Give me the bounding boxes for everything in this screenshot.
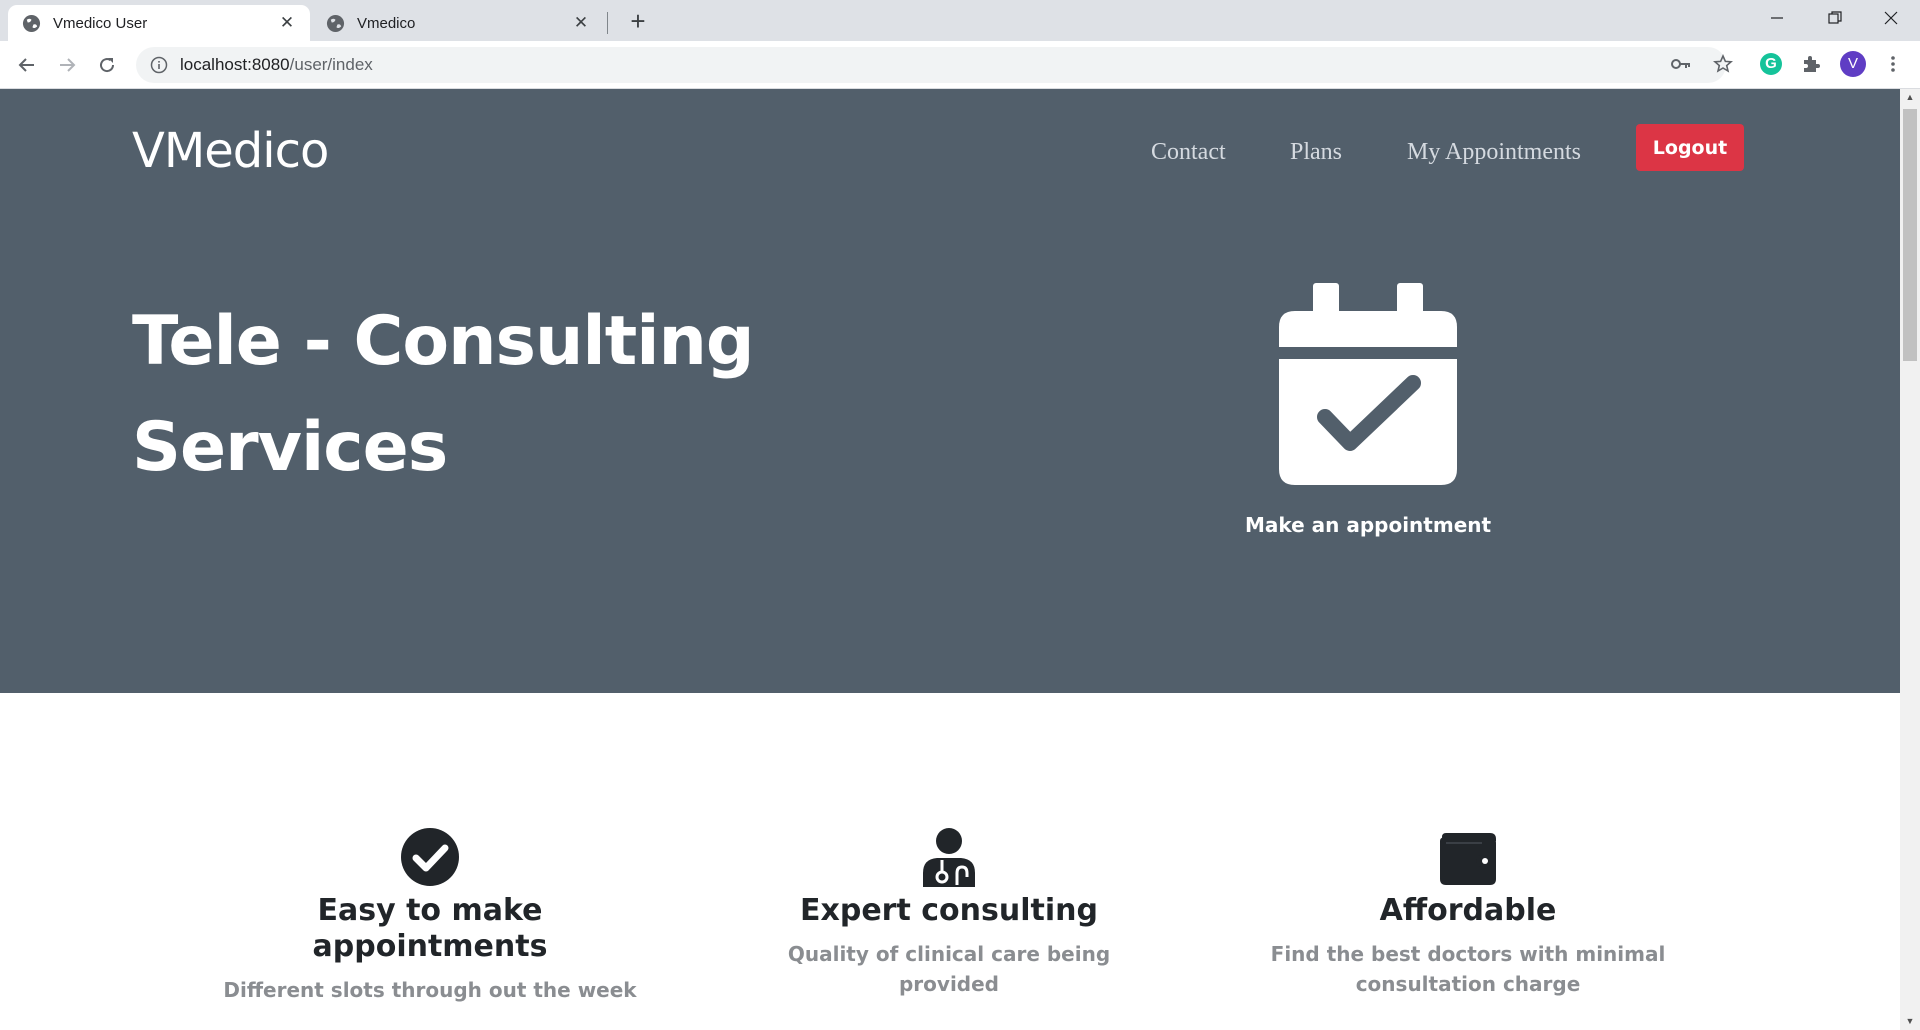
new-tab-button[interactable]: +: [624, 8, 652, 36]
feature-title: Expert consulting: [800, 893, 1098, 928]
browser-toolbar: localhost:8080/user/index G V: [0, 41, 1920, 89]
scroll-down-icon[interactable]: ▼: [1900, 1013, 1920, 1030]
arrow-right-icon: [60, 58, 76, 72]
forward-button[interactable]: [52, 50, 82, 80]
tab-vmedico[interactable]: Vmedico ✕: [312, 5, 604, 41]
logout-button[interactable]: Logout: [1636, 124, 1744, 171]
key-icon[interactable]: [1667, 50, 1695, 78]
feature-title: Affordable: [1379, 893, 1557, 928]
check-circle-icon: [401, 828, 459, 886]
grammarly-letter: G: [1760, 53, 1782, 75]
calendar-check-icon[interactable]: [1279, 283, 1457, 485]
scrollbar-thumb[interactable]: [1903, 109, 1917, 361]
feature-title: Easy to make appointments: [312, 893, 548, 964]
make-appointment-link[interactable]: Make an appointment: [1168, 513, 1568, 537]
feature-easy-appointments: Easy to make appointments Different slot…: [220, 827, 640, 1005]
close-window-button[interactable]: [1862, 0, 1920, 36]
address-bar[interactable]: localhost:8080/user/index: [136, 47, 1726, 83]
hero-title-line-1: Tele - Consulting: [132, 302, 755, 381]
reload-button[interactable]: [92, 50, 122, 80]
profile-avatar[interactable]: V: [1839, 50, 1867, 78]
page-viewport: VMedico Contact Plans My Appointments Lo…: [0, 89, 1900, 1030]
close-icon[interactable]: ✕: [278, 14, 296, 32]
tab-vmedico-user[interactable]: Vmedico User ✕: [8, 5, 310, 41]
browser-tab-strip: Vmedico User ✕ Vmedico ✕ +: [0, 0, 1920, 41]
back-button[interactable]: [12, 50, 42, 80]
browser-menu-icon[interactable]: [1879, 50, 1907, 78]
arrow-left-icon: [18, 58, 34, 72]
feature-text: Quality of clinical care being provided: [787, 942, 1111, 996]
minimize-button[interactable]: [1748, 0, 1806, 36]
scroll-up-icon[interactable]: ▲: [1900, 89, 1920, 106]
feature-affordable: Affordable Find the best doctors with mi…: [1258, 827, 1678, 999]
nav-plans[interactable]: Plans: [1290, 139, 1342, 166]
nav-contact[interactable]: Contact: [1151, 139, 1226, 166]
close-icon: [1884, 11, 1898, 25]
url-path: /user/index: [289, 55, 373, 74]
doctor-icon: [923, 828, 975, 887]
restore-icon: [1828, 11, 1842, 24]
feature-text: Find the best doctors with minimal consu…: [1270, 942, 1666, 996]
grammarly-extension-icon[interactable]: G: [1757, 50, 1785, 78]
reload-icon: [100, 58, 115, 73]
minimize-icon: [1771, 17, 1783, 19]
info-icon[interactable]: [150, 56, 168, 74]
bookmark-star-icon[interactable]: [1709, 50, 1737, 78]
close-icon[interactable]: ✕: [572, 14, 590, 32]
hero-title-line-2: Services: [132, 408, 448, 487]
tab-divider: [607, 12, 608, 34]
tab-title: Vmedico: [357, 14, 416, 32]
feature-text: Different slots through out the week: [223, 978, 637, 1002]
extensions-puzzle-icon[interactable]: [1797, 50, 1825, 78]
url-host: localhost:8080: [180, 55, 290, 74]
globe-icon: [22, 14, 41, 32]
hero-section: VMedico Contact Plans My Appointments Lo…: [0, 89, 1900, 693]
tab-title: Vmedico User: [53, 14, 148, 32]
feature-expert-consulting: Expert consulting Quality of clinical ca…: [739, 827, 1159, 999]
hero-title: Tele - Consulting Services: [132, 289, 852, 501]
restore-button[interactable]: [1806, 0, 1864, 36]
globe-icon: [326, 14, 345, 32]
wallet-icon: [1440, 833, 1496, 885]
nav-my-appointments[interactable]: My Appointments: [1407, 139, 1581, 166]
brand-logo[interactable]: VMedico: [132, 123, 329, 179]
page-scrollbar[interactable]: ▲ ▼: [1900, 89, 1920, 1030]
profile-initial: V: [1840, 51, 1866, 77]
